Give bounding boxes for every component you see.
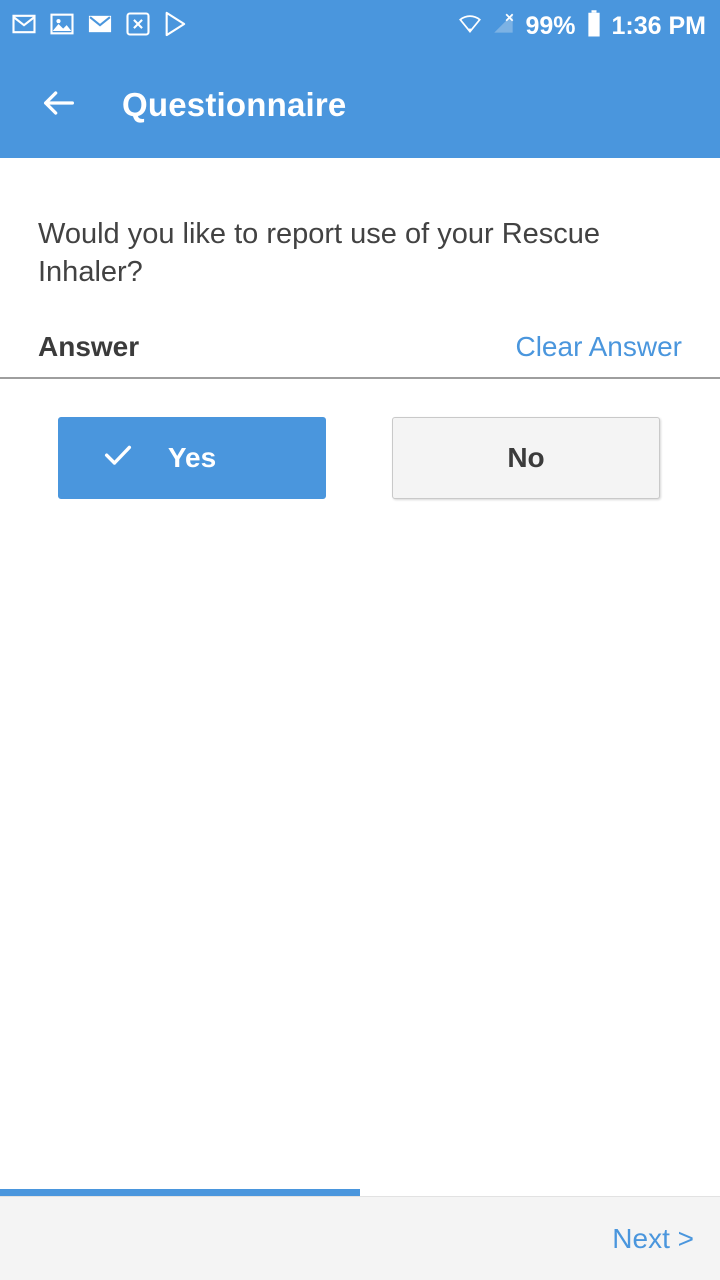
- choice-yes[interactable]: Yes: [58, 417, 326, 500]
- cellular-signal-off-icon: [491, 11, 517, 42]
- wifi-icon: [457, 11, 483, 42]
- choice-no-label: No: [507, 442, 545, 474]
- bottom-navigation-bar: Next >: [0, 1196, 720, 1280]
- play-store-icon: [162, 10, 190, 43]
- check-icon: [101, 438, 135, 479]
- status-bar-system-icons: 99% 1:36 PM: [457, 9, 706, 44]
- battery-percent-label: 99%: [525, 11, 576, 40]
- answer-header-row: Answer Clear Answer: [0, 331, 720, 380]
- arrow-back-icon: [39, 83, 79, 128]
- status-bar: 99% 1:36 PM: [0, 0, 720, 52]
- battery-icon: [584, 9, 604, 44]
- app-bar: Questionnaire: [0, 52, 720, 158]
- progress-bar: [0, 1189, 720, 1196]
- email-icon: [86, 10, 114, 43]
- gmail-icon: [10, 10, 38, 43]
- page-title: Questionnaire: [122, 86, 347, 123]
- back-button[interactable]: [36, 82, 82, 128]
- choice-no[interactable]: No: [392, 417, 660, 500]
- questionnaire-content: Would you like to report use of your Res…: [0, 158, 720, 1196]
- clock-label: 1:36 PM: [611, 11, 706, 40]
- choice-group: Yes No: [0, 417, 720, 500]
- photos-icon: [48, 10, 76, 43]
- next-button[interactable]: Next >: [606, 1213, 700, 1265]
- status-bar-notification-icons: [10, 10, 190, 43]
- clear-answer-button[interactable]: Clear Answer: [515, 331, 682, 363]
- answer-label: Answer: [38, 331, 140, 363]
- app-screen: 99% 1:36 PM Questionnaire Would you like…: [0, 0, 720, 1280]
- x-app-icon: [124, 10, 152, 43]
- question-text: Would you like to report use of your Res…: [38, 218, 601, 288]
- progress-bar-fill: [0, 1189, 360, 1196]
- choice-yes-label: Yes: [167, 442, 217, 474]
